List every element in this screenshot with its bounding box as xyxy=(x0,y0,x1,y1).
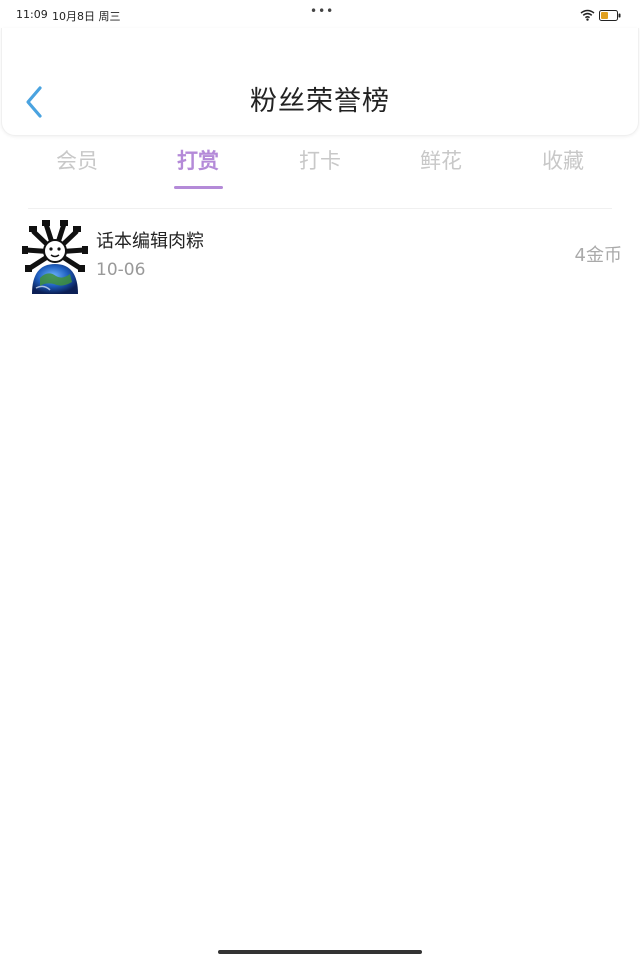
tab-tip[interactable]: 打赏 xyxy=(153,146,243,176)
wifi-icon xyxy=(580,9,595,21)
tip-date: 10-06 xyxy=(96,260,146,280)
active-tab-indicator xyxy=(174,186,223,189)
tab-checkin[interactable]: 打卡 xyxy=(275,146,365,176)
avatar[interactable] xyxy=(20,218,90,294)
more-dots-icon[interactable]: ••• xyxy=(310,4,334,18)
battery-icon xyxy=(599,10,621,21)
status-date: 10月8日 周三 xyxy=(52,10,121,23)
status-time: 11:09 xyxy=(16,8,48,21)
home-indicator[interactable] xyxy=(218,950,422,954)
tab-flowers[interactable]: 鲜花 xyxy=(396,146,486,176)
divider xyxy=(28,208,612,209)
tab-bar: 会员 打赏 打卡 鲜花 收藏 xyxy=(0,140,640,196)
tab-member[interactable]: 会员 xyxy=(32,146,122,176)
page-title: 粉丝荣誉榜 xyxy=(250,86,390,117)
fan-honor-page: 11:09 10月8日 周三 ••• 粉丝荣誉榜 会员 打赏 打卡 鲜花 收藏 xyxy=(0,0,640,959)
list-item[interactable]: 话本编辑肉粽 10-06 4金币 xyxy=(0,214,640,294)
user-name: 话本编辑肉粽 xyxy=(96,231,204,252)
tip-amount: 4金币 xyxy=(574,245,622,266)
status-bar: 11:09 10月8日 周三 ••• xyxy=(0,0,640,28)
tab-favorites[interactable]: 收藏 xyxy=(518,146,608,176)
